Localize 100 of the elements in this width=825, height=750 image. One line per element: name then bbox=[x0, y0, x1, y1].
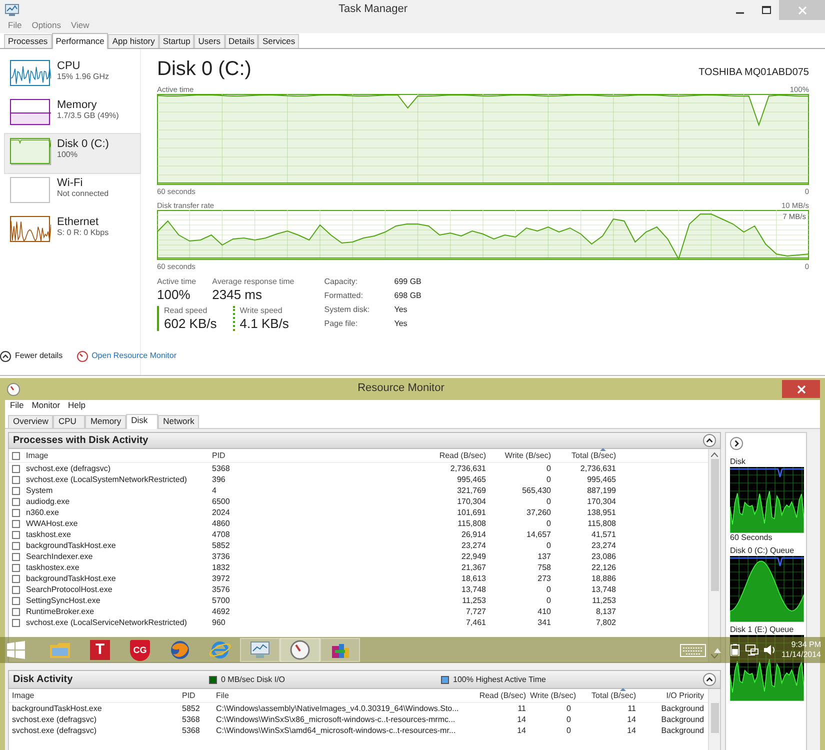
menu-item[interactable]: Monitor bbox=[32, 400, 60, 413]
total-rate: 887,199 bbox=[586, 486, 617, 496]
tab[interactable]: CPU bbox=[53, 415, 86, 428]
column-header[interactable]: Total (B/sec) bbox=[575, 690, 640, 700]
property-label: Formatted: bbox=[324, 290, 364, 302]
row-checkbox[interactable] bbox=[12, 498, 20, 506]
clock-date[interactable]: 11/14/2014 bbox=[782, 650, 821, 660]
write-rate: 37,260 bbox=[526, 508, 552, 518]
scrollbar[interactable] bbox=[708, 689, 720, 750]
row-checkbox[interactable] bbox=[12, 530, 20, 538]
tab[interactable]: Details bbox=[224, 34, 258, 48]
chevron-up-icon[interactable] bbox=[714, 648, 721, 652]
row-checkbox[interactable] bbox=[12, 520, 20, 528]
stat-value: 4.1 KB/s bbox=[240, 316, 289, 332]
taskbar-app-button[interactable] bbox=[240, 638, 280, 662]
column-header[interactable]: Image bbox=[23, 450, 209, 460]
write-rate: 0 bbox=[566, 704, 572, 714]
row-checkbox[interactable] bbox=[12, 542, 20, 550]
row-checkbox[interactable] bbox=[12, 618, 20, 626]
tab[interactable]: Processes bbox=[4, 34, 52, 48]
collapse-button[interactable] bbox=[703, 434, 716, 447]
column-header[interactable]: File bbox=[213, 690, 475, 700]
sidebar-item[interactable]: Memory 1.7/3.5 GB (49%) bbox=[5, 95, 140, 134]
column-header[interactable]: Total (B/sec) bbox=[555, 450, 620, 460]
row-checkbox[interactable] bbox=[12, 552, 20, 560]
write-rate: 0 bbox=[546, 474, 552, 484]
column-header[interactable]: Read (B/sec) bbox=[475, 690, 530, 700]
speaker-icon[interactable] bbox=[762, 644, 776, 656]
sidebar-item[interactable]: Wi-Fi Not connected bbox=[5, 173, 140, 212]
tab[interactable]: Memory bbox=[85, 415, 126, 428]
row-checkbox[interactable] bbox=[12, 464, 20, 472]
scroll-up-icon[interactable] bbox=[711, 452, 718, 457]
row-checkbox[interactable] bbox=[12, 564, 20, 572]
sidebar-item[interactable]: Disk 0 (C:) 100% bbox=[5, 134, 140, 173]
total-rate: 11,253 bbox=[591, 596, 617, 606]
column-header[interactable]: PID bbox=[209, 450, 244, 460]
column-header[interactable]: Image bbox=[9, 690, 179, 700]
process-name: svchost.exe (defragsvc) bbox=[25, 464, 112, 474]
read-rate: 11,253 bbox=[461, 596, 487, 606]
tab[interactable]: Disk bbox=[126, 414, 158, 429]
tab[interactable]: Services bbox=[258, 34, 300, 48]
tab[interactable]: Startup bbox=[158, 34, 194, 48]
taskbar-app-button[interactable] bbox=[320, 638, 360, 662]
collapse-button[interactable] bbox=[703, 673, 716, 686]
read-rate: 14 bbox=[516, 726, 527, 736]
process-name: svchost.exe (LocalSystemNetworkRestricted) bbox=[25, 474, 188, 484]
column-header[interactable]: I/O Priority bbox=[640, 690, 708, 700]
total-rate: 2,736,631 bbox=[579, 464, 617, 474]
menu-item[interactable]: File bbox=[8, 20, 22, 33]
fewer-details-button[interactable]: Fewer details bbox=[0, 350, 63, 362]
process-id: 2024 bbox=[211, 508, 231, 518]
menu-item[interactable]: File bbox=[10, 400, 24, 413]
expand-button[interactable] bbox=[730, 436, 743, 450]
clock-time[interactable]: 9:34 PM bbox=[782, 640, 821, 650]
row-checkbox[interactable] bbox=[12, 476, 20, 484]
total-rate: 995,465 bbox=[586, 474, 617, 484]
row-checkbox[interactable] bbox=[12, 608, 20, 616]
read-rate: 7,727 bbox=[464, 606, 487, 616]
battery-icon[interactable] bbox=[728, 644, 741, 656]
graph-title: Disk bbox=[730, 457, 747, 467]
keyboard-icon[interactable] bbox=[680, 644, 706, 656]
row-checkbox[interactable] bbox=[12, 574, 20, 582]
read-rate: 14 bbox=[516, 714, 527, 724]
process-id: 5368 bbox=[181, 714, 201, 724]
taskbar-app-button[interactable] bbox=[280, 638, 320, 662]
sidebar-item[interactable]: Ethernet S: 0 R: 0 Kbps bbox=[5, 212, 140, 251]
scrollbar[interactable] bbox=[708, 449, 720, 662]
io-priority: Background bbox=[660, 726, 705, 736]
read-rate: 170,304 bbox=[456, 496, 487, 506]
row-checkbox[interactable] bbox=[12, 486, 20, 494]
column-header[interactable]: Read (B/sec) bbox=[425, 450, 490, 460]
column-header[interactable]: PID bbox=[179, 690, 213, 700]
item-detail: Not connected bbox=[57, 189, 109, 199]
tab[interactable]: Users bbox=[194, 34, 224, 48]
tab[interactable]: Overview bbox=[8, 415, 54, 428]
process-name: RuntimeBroker.exe bbox=[25, 606, 96, 616]
row-checkbox[interactable] bbox=[12, 596, 20, 604]
tab[interactable]: App history bbox=[108, 34, 159, 48]
item-title: Wi-Fi bbox=[57, 177, 84, 190]
write-rate: 0 bbox=[546, 496, 552, 506]
write-rate: 0 bbox=[566, 714, 572, 724]
app-logo: T bbox=[90, 640, 110, 660]
gauge-icon bbox=[290, 640, 310, 660]
row-checkbox[interactable] bbox=[12, 508, 20, 516]
tab[interactable]: Performance bbox=[52, 32, 108, 49]
tab[interactable]: Network bbox=[158, 415, 200, 428]
taskbar-app-button[interactable]: T bbox=[80, 638, 120, 662]
sidebar-item[interactable]: CPU 15% 1.96 GHz bbox=[5, 56, 140, 95]
resource-monitor-link[interactable]: Open Resource Monitor bbox=[92, 351, 177, 361]
process-name: backgroundTaskHost.exe bbox=[11, 704, 103, 714]
menu-item[interactable]: Help bbox=[68, 400, 86, 413]
column-header[interactable]: Write (B/sec) bbox=[530, 690, 575, 700]
network-icon[interactable] bbox=[744, 644, 759, 656]
menu-item[interactable]: View bbox=[71, 20, 90, 33]
row-checkbox[interactable] bbox=[12, 586, 20, 594]
menu-item[interactable]: Options bbox=[32, 20, 61, 33]
total-rate: 115,808 bbox=[586, 518, 617, 528]
select-all-checkbox[interactable] bbox=[12, 452, 20, 460]
column-header[interactable]: Write (B/sec) bbox=[490, 450, 555, 460]
close-button[interactable] bbox=[782, 380, 820, 398]
